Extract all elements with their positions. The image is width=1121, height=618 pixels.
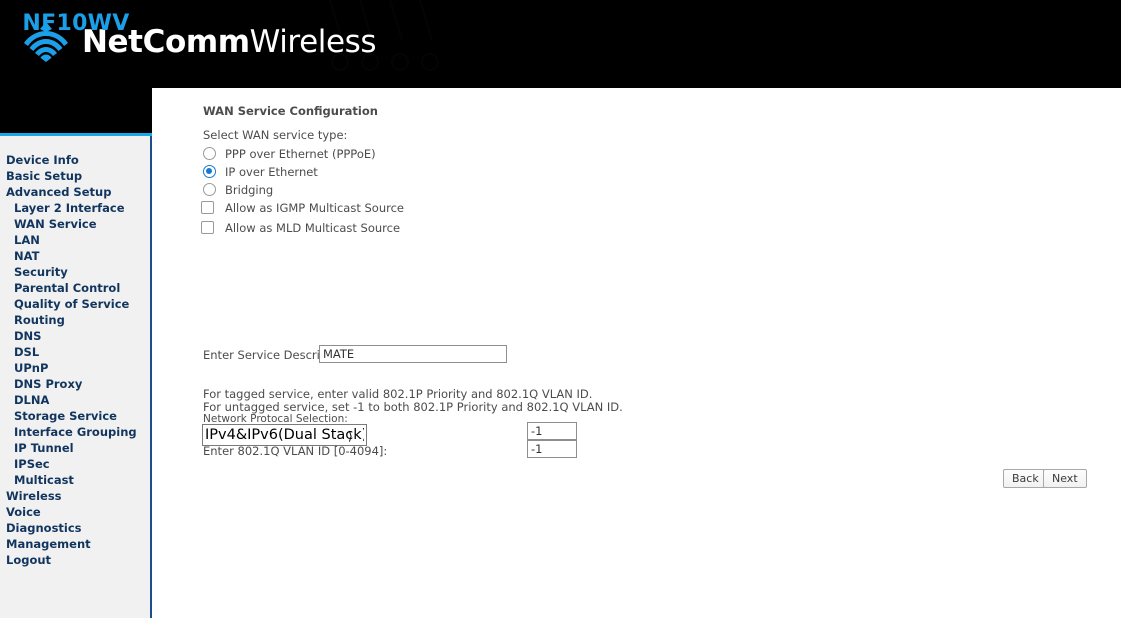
protocol-select[interactable]: IPv4&IPv6(Dual Stack)IPv4 OnlyIPv6 Only [202,424,367,446]
sidebar-item-interface-grouping[interactable]: Interface Grouping [0,424,150,440]
sidebar-item-quality-of-service[interactable]: Quality of Service [0,296,150,312]
next-button[interactable]: Next [1043,469,1087,488]
top-banner: NetCommWireless [0,0,1121,88]
service-type-option-label: Bridging [225,182,274,197]
brand-name-light: Wireless [249,23,377,60]
service-type-option-label: PPP over Ethernet (PPPoE) [225,146,376,161]
sidebar-item-dsl[interactable]: DSL [0,344,150,360]
sidebar-item-upnp[interactable]: UPnP [0,360,150,376]
sidebar-item-logout[interactable]: Logout [0,552,150,568]
priority-input[interactable] [527,422,577,440]
sidebar-item-routing[interactable]: Routing [0,312,150,328]
sidebar-item-security[interactable]: Security [0,264,150,280]
sidebar-item-layer-2-interface[interactable]: Layer 2 Interface [0,200,150,216]
sidebar-item-dns[interactable]: DNS [0,328,150,344]
service-type-row[interactable]: Allow as IGMP Multicast Source [201,199,404,216]
service-type-row[interactable]: PPP over Ethernet (PPPoE) [203,145,376,162]
service-description-input[interactable] [319,345,507,363]
vlan-id-label: Enter 802.1Q VLAN ID [0-4094]: [203,444,388,458]
sidebar-item-wireless[interactable]: Wireless [0,488,150,504]
sidebar-item-advanced-setup[interactable]: Advanced Setup [0,184,150,200]
service-type-option-label: Allow as IGMP Multicast Source [225,200,404,215]
back-button[interactable]: Back [1003,469,1048,488]
sidebar-item-diagnostics[interactable]: Diagnostics [0,520,150,536]
sidebar-item-ip-tunnel[interactable]: IP Tunnel [0,440,150,456]
service-type-row[interactable]: Bridging [203,181,273,198]
model-block [0,88,152,133]
router-admin-page: NetCommWireless NF10WV Device Info Basic … [0,0,1121,618]
service-type-row[interactable]: IP over Ethernet [203,163,318,180]
radio-ip-over-ethernet[interactable] [203,165,216,178]
sidebar-item-wan-service[interactable]: WAN Service [0,216,150,232]
service-type-label: Select WAN service type: [203,128,348,142]
service-type-option-label: Allow as MLD Multicast Source [225,220,401,235]
content-panel: WAN Service Configuration Select WAN ser… [152,88,1121,618]
vlan-id-input[interactable] [527,440,577,458]
sidebar-item-multicast[interactable]: Multicast [0,472,150,488]
sidebar-item-lan[interactable]: LAN [0,232,150,248]
page-title: WAN Service Configuration [203,104,378,118]
sidebar-nav: Device Info Basic Setup Advanced Setup Laye… [0,136,152,618]
sidebar-item-voice[interactable]: Voice [0,504,150,520]
checkbox-allow-as-mld-multicast-source[interactable] [201,221,214,234]
radio-ppp-over-ethernet-pppoe-[interactable] [203,147,216,160]
sidebar-item-device-info[interactable]: Device Info [0,152,150,168]
service-type-option-label: IP over Ethernet [225,164,318,179]
sidebar-item-parental-control[interactable]: Parental Control [0,280,150,296]
vlan-note-line-1: For tagged service, enter valid 802.1P P… [203,387,593,401]
sidebar-item-dns-proxy[interactable]: DNS Proxy [0,376,150,392]
vlan-note-line-2: For untagged service, set -1 to both 802… [203,400,623,414]
sidebar-item-management[interactable]: Management [0,536,150,552]
sidebar-item-basic-setup[interactable]: Basic Setup [0,168,150,184]
sidebar-item-storage-service[interactable]: Storage Service [0,408,150,424]
sidebar-item-nat[interactable]: NAT [0,248,150,264]
service-type-row[interactable]: Allow as MLD Multicast Source [201,219,400,236]
sidebar-item-dlna[interactable]: DLNA [0,392,150,408]
sidebar-item-ipsec[interactable]: IPSec [0,456,150,472]
checkbox-allow-as-igmp-multicast-source[interactable] [201,201,214,214]
model-name: NF10WV [22,11,130,36]
radio-bridging[interactable] [203,183,216,196]
